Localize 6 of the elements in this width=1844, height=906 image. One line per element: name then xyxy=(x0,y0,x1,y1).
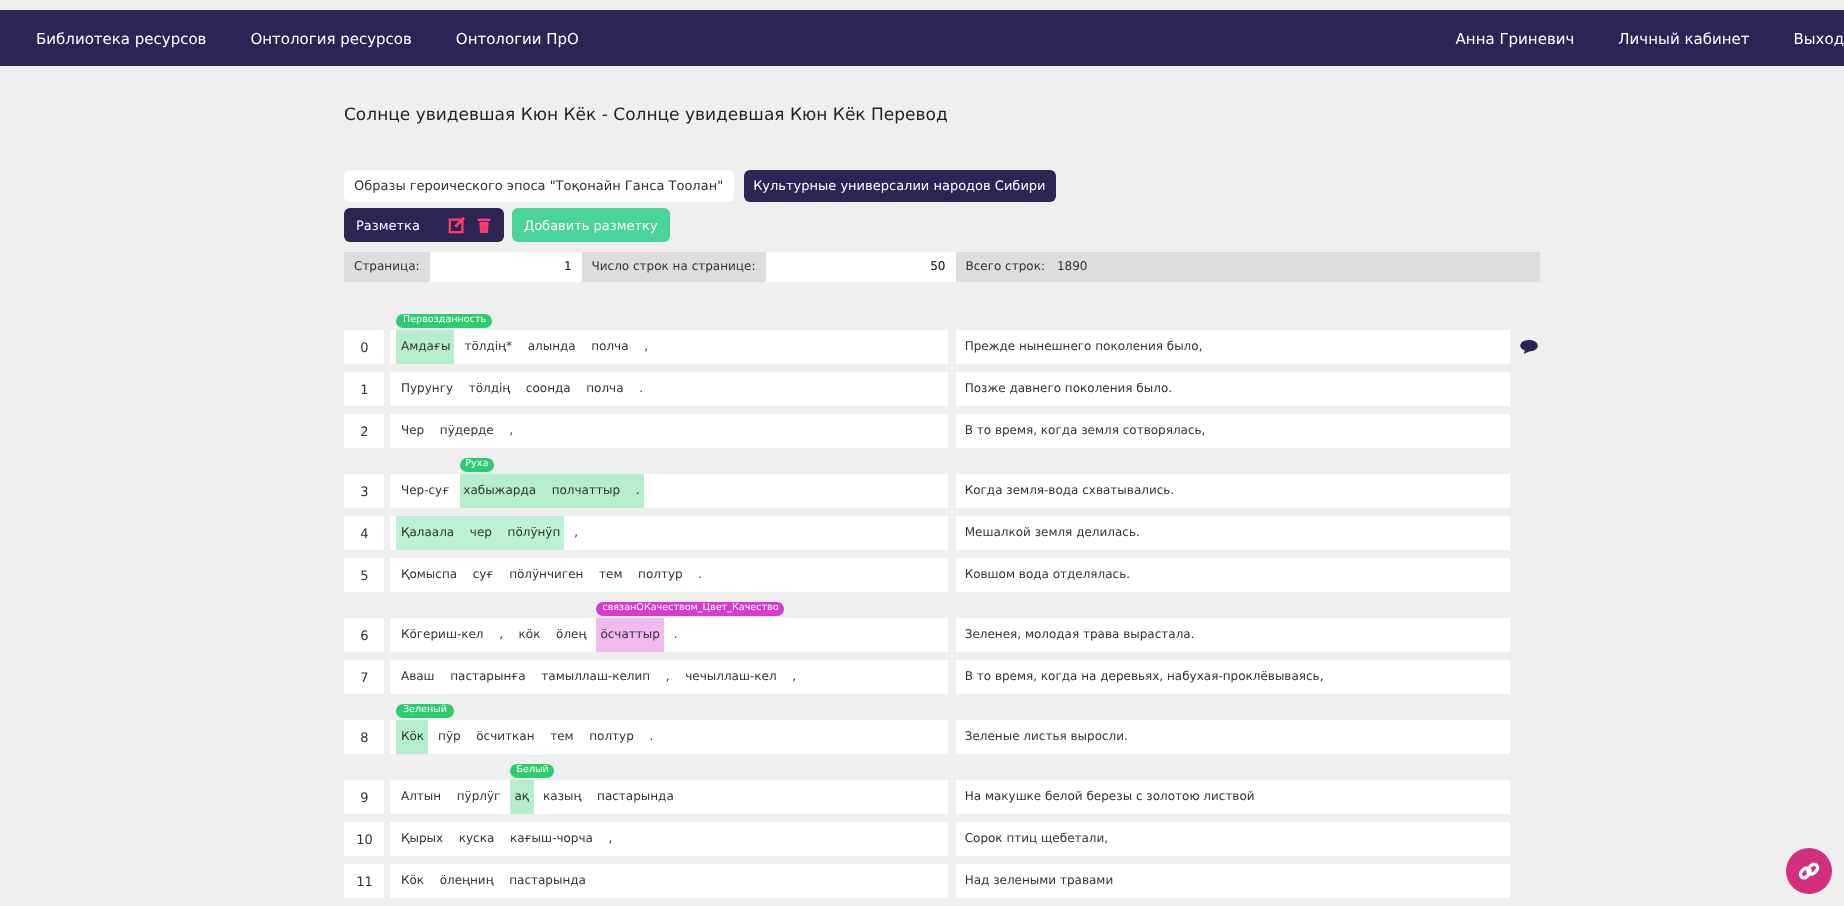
comment-icon[interactable] xyxy=(1519,340,1538,354)
link-button[interactable] xyxy=(1786,848,1832,894)
edit-icon[interactable] xyxy=(448,216,466,234)
page-title: Солнце увидевшая Кюн Кёк - Солнце увидевшая Кюн Кёк Перевод xyxy=(344,106,950,130)
link-icon xyxy=(1798,860,1820,882)
trash-icon[interactable] xyxy=(476,216,492,234)
